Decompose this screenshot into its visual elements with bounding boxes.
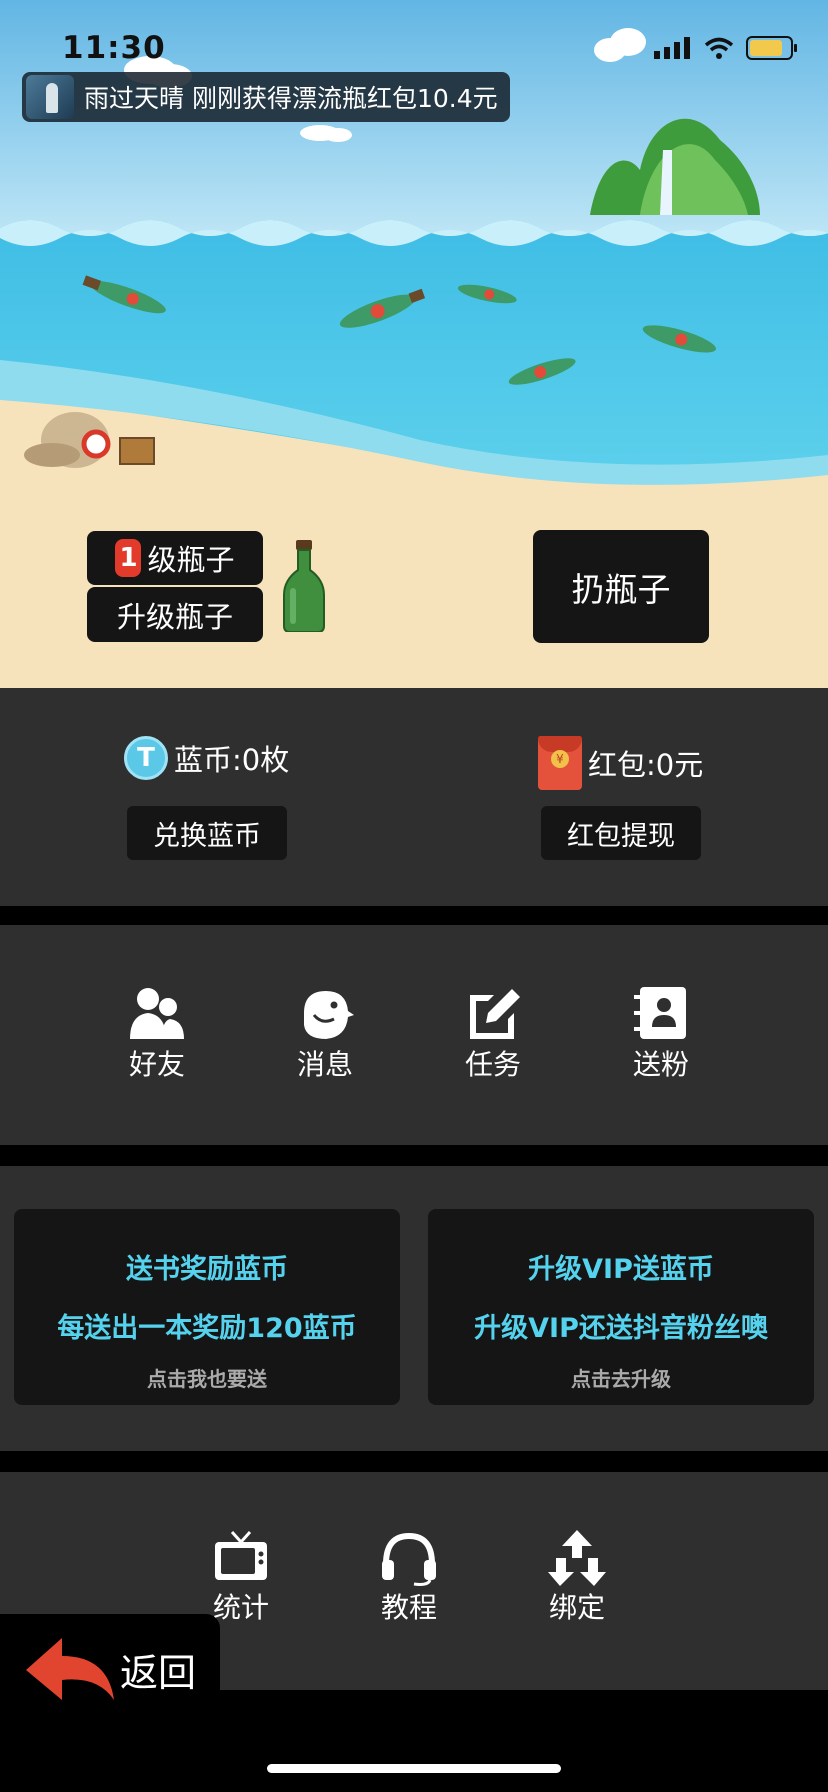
battery-icon bbox=[746, 36, 797, 60]
tool-label-bind: 绑定 bbox=[548, 1591, 605, 1624]
nav-label-messages: 消息 bbox=[296, 1048, 353, 1081]
tool-label-tutorial: 教程 bbox=[380, 1591, 437, 1624]
friends-icon bbox=[130, 988, 184, 1039]
contacts-icon bbox=[634, 987, 686, 1039]
bird-message-icon bbox=[304, 991, 354, 1039]
bind-arrows-icon bbox=[548, 1530, 606, 1586]
tool-bind[interactable]: 绑定 bbox=[522, 1530, 632, 1626]
blue-coin-icon: T bbox=[124, 736, 168, 780]
blue-coin-balance: T 蓝币:0枚 bbox=[124, 736, 289, 780]
home-indicator[interactable] bbox=[267, 1764, 561, 1773]
promo-link[interactable]: 点击我也要送 bbox=[147, 1363, 267, 1392]
tool-tutorial[interactable]: 教程 bbox=[354, 1530, 464, 1626]
nav-label-send-fans: 送粉 bbox=[632, 1048, 689, 1081]
headphones-icon bbox=[382, 1532, 436, 1586]
status-time: 11:30 bbox=[62, 30, 166, 66]
status-icons bbox=[654, 36, 798, 60]
beach-scene: 11:30 雨过天晴 刚刚获得漂流瓶红包10.4元 1 级瓶子 升级瓶子 扔瓶子 bbox=[0, 0, 828, 688]
wifi-icon bbox=[704, 37, 734, 59]
reward-ticker: 雨过天晴 刚刚获得漂流瓶红包10.4元 bbox=[22, 72, 510, 122]
red-packet-text: 红包:0元 bbox=[588, 748, 704, 782]
promo-card-send-book[interactable]: 送书奖励蓝币 每送出一本奖励120蓝币 点击我也要送 bbox=[14, 1209, 400, 1405]
green-bottle-icon bbox=[283, 540, 325, 632]
blue-coin-text: 蓝币:0枚 bbox=[174, 743, 290, 777]
promo-card-upgrade-vip[interactable]: 升级VIP送蓝币 升级VIP还送抖音粉丝噢 点击去升级 bbox=[428, 1209, 814, 1405]
promo-subtitle: 每送出一本奖励120蓝币 bbox=[57, 1313, 357, 1344]
promo-link[interactable]: 点击去升级 bbox=[571, 1363, 671, 1392]
back-button[interactable]: 返回 bbox=[0, 1614, 220, 1724]
tool-label-statistics: 统计 bbox=[212, 1591, 269, 1624]
red-packet-icon bbox=[538, 736, 582, 790]
promo-panel: 送书奖励蓝币 每送出一本奖励120蓝币 点击我也要送 升级VIP送蓝币 升级VI… bbox=[0, 1166, 828, 1451]
signal-icon bbox=[654, 37, 690, 59]
tv-icon bbox=[215, 1530, 267, 1580]
bottle-level-button[interactable]: 1 级瓶子 bbox=[87, 531, 263, 585]
level-label: 级瓶子 bbox=[147, 543, 235, 577]
ticker-message: 雨过天晴 刚刚获得漂流瓶红包10.4元 bbox=[84, 84, 498, 113]
exchange-coin-button[interactable]: 兑换蓝币 bbox=[127, 806, 287, 860]
throw-bottle-button[interactable]: 扔瓶子 bbox=[533, 530, 709, 643]
nav-tasks[interactable]: 任务 bbox=[438, 985, 548, 1083]
red-packet-balance: 红包:0元 bbox=[538, 736, 703, 790]
promo-title: 送书奖励蓝币 bbox=[126, 1254, 288, 1285]
nav-send-fans[interactable]: 送粉 bbox=[606, 985, 716, 1083]
feature-nav-panel: 好友 消息 任务 送粉 bbox=[0, 925, 828, 1145]
withdraw-label: 红包提现 bbox=[567, 820, 675, 852]
upgrade-bottle-button[interactable]: 升级瓶子 bbox=[87, 587, 263, 642]
nav-messages[interactable]: 消息 bbox=[270, 985, 380, 1083]
throw-label: 扔瓶子 bbox=[571, 569, 671, 609]
avatar bbox=[26, 75, 74, 119]
nav-label-tasks: 任务 bbox=[464, 1048, 521, 1081]
promo-subtitle: 升级VIP还送抖音粉丝噢 bbox=[474, 1313, 768, 1344]
nav-label-friends: 好友 bbox=[128, 1048, 185, 1081]
back-label: 返回 bbox=[120, 1650, 197, 1695]
wallet-panel: T 蓝币:0枚 红包:0元 兑换蓝币 红包提现 bbox=[0, 688, 828, 906]
promo-title: 升级VIP送蓝币 bbox=[528, 1254, 714, 1285]
nav-friends[interactable]: 好友 bbox=[102, 985, 212, 1083]
task-edit-icon bbox=[470, 989, 520, 1039]
back-arrow-icon bbox=[26, 1638, 114, 1700]
level-badge: 1 bbox=[115, 539, 142, 577]
withdraw-red-packet-button[interactable]: 红包提现 bbox=[541, 806, 701, 860]
exchange-label: 兑换蓝币 bbox=[153, 820, 261, 852]
upgrade-label: 升级瓶子 bbox=[116, 599, 233, 634]
tool-statistics[interactable]: 统计 bbox=[186, 1530, 296, 1626]
